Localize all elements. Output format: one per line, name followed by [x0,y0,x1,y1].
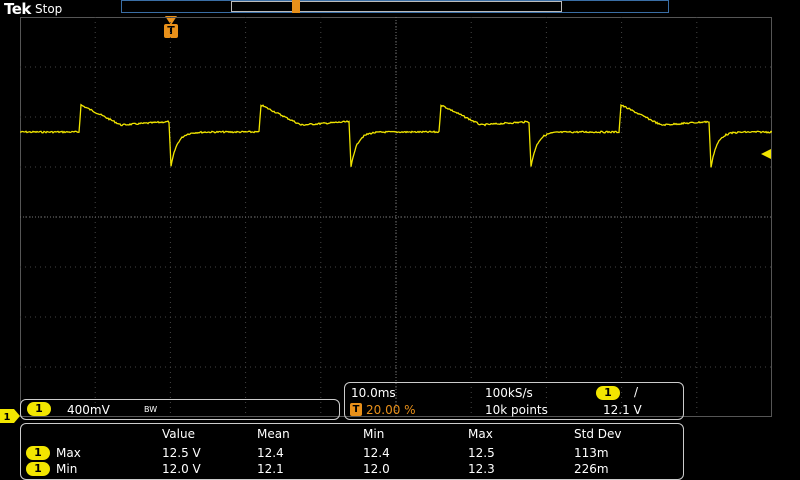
measurement-name: Max [56,446,81,460]
channel-1-badge: 1 [27,402,51,416]
measurement-value: 12.5 V [162,446,201,460]
trigger-level-arrow-icon[interactable] [761,149,771,159]
acquisition-state: Stop [35,2,63,16]
measurements-panel[interactable]: Value Mean Min Max Std Dev 1 Max 12.5 V … [20,423,684,480]
channel-1-ground-marker-icon[interactable]: 1 [0,409,20,423]
measurement-std-dev: 226m [574,462,609,476]
measurement-min: 12.0 [363,462,390,476]
meas-header-value: Value [162,427,195,441]
record-trigger-marker [292,0,300,13]
measurement-row-max[interactable]: 1 Max 12.5 V 12.4 12.4 12.5 113m [21,445,681,461]
measurement-value: 12.0 V [162,462,201,476]
meas-header-min: Min [363,427,385,441]
time-per-division: 10.0ms [351,386,396,400]
measurement-mean: 12.4 [257,446,284,460]
timebase-trigger-panel[interactable]: 10.0ms 100kS/s 1 / T 20.00 % 10k points … [344,382,684,420]
measurement-max: 12.3 [468,462,495,476]
measurement-mean: 12.1 [257,462,284,476]
channel-1-ground-label: 1 [4,412,11,423]
waveform-trace [20,103,772,168]
meas-header-max: Max [468,427,493,441]
measurement-name: Min [56,462,78,476]
measurement-std-dev: 113m [574,446,609,460]
trigger-level: 12.1 V [603,403,642,417]
trigger-position-icon: T [350,403,362,416]
measurement-row-min[interactable]: 1 Min 12.0 V 12.1 12.0 12.3 226m [21,461,681,477]
meas-header-mean: Mean [257,427,290,441]
sample-rate: 100kS/s [485,386,533,400]
measurement-source-badge: 1 [26,446,50,460]
trigger-slope-icon: / [634,385,639,399]
bandwidth-limit-indicator: BW [144,405,158,414]
measurement-min: 12.4 [363,446,390,460]
trigger-source-badge: 1 [596,386,620,400]
record-length: 10k points [485,403,548,417]
measurement-max: 12.5 [468,446,495,460]
channel-1-scale: 400mV [67,403,110,417]
trigger-position-percent: 20.00 % [366,403,416,417]
measurement-source-badge: 1 [26,462,50,476]
channel-1-settings-panel[interactable]: 1 400mV BW [20,399,340,420]
record-view-window[interactable] [231,1,562,12]
channel-1-waveform [20,103,772,168]
meas-header-std-dev: Std Dev [574,427,622,441]
brand-logo: Tek [4,0,31,18]
